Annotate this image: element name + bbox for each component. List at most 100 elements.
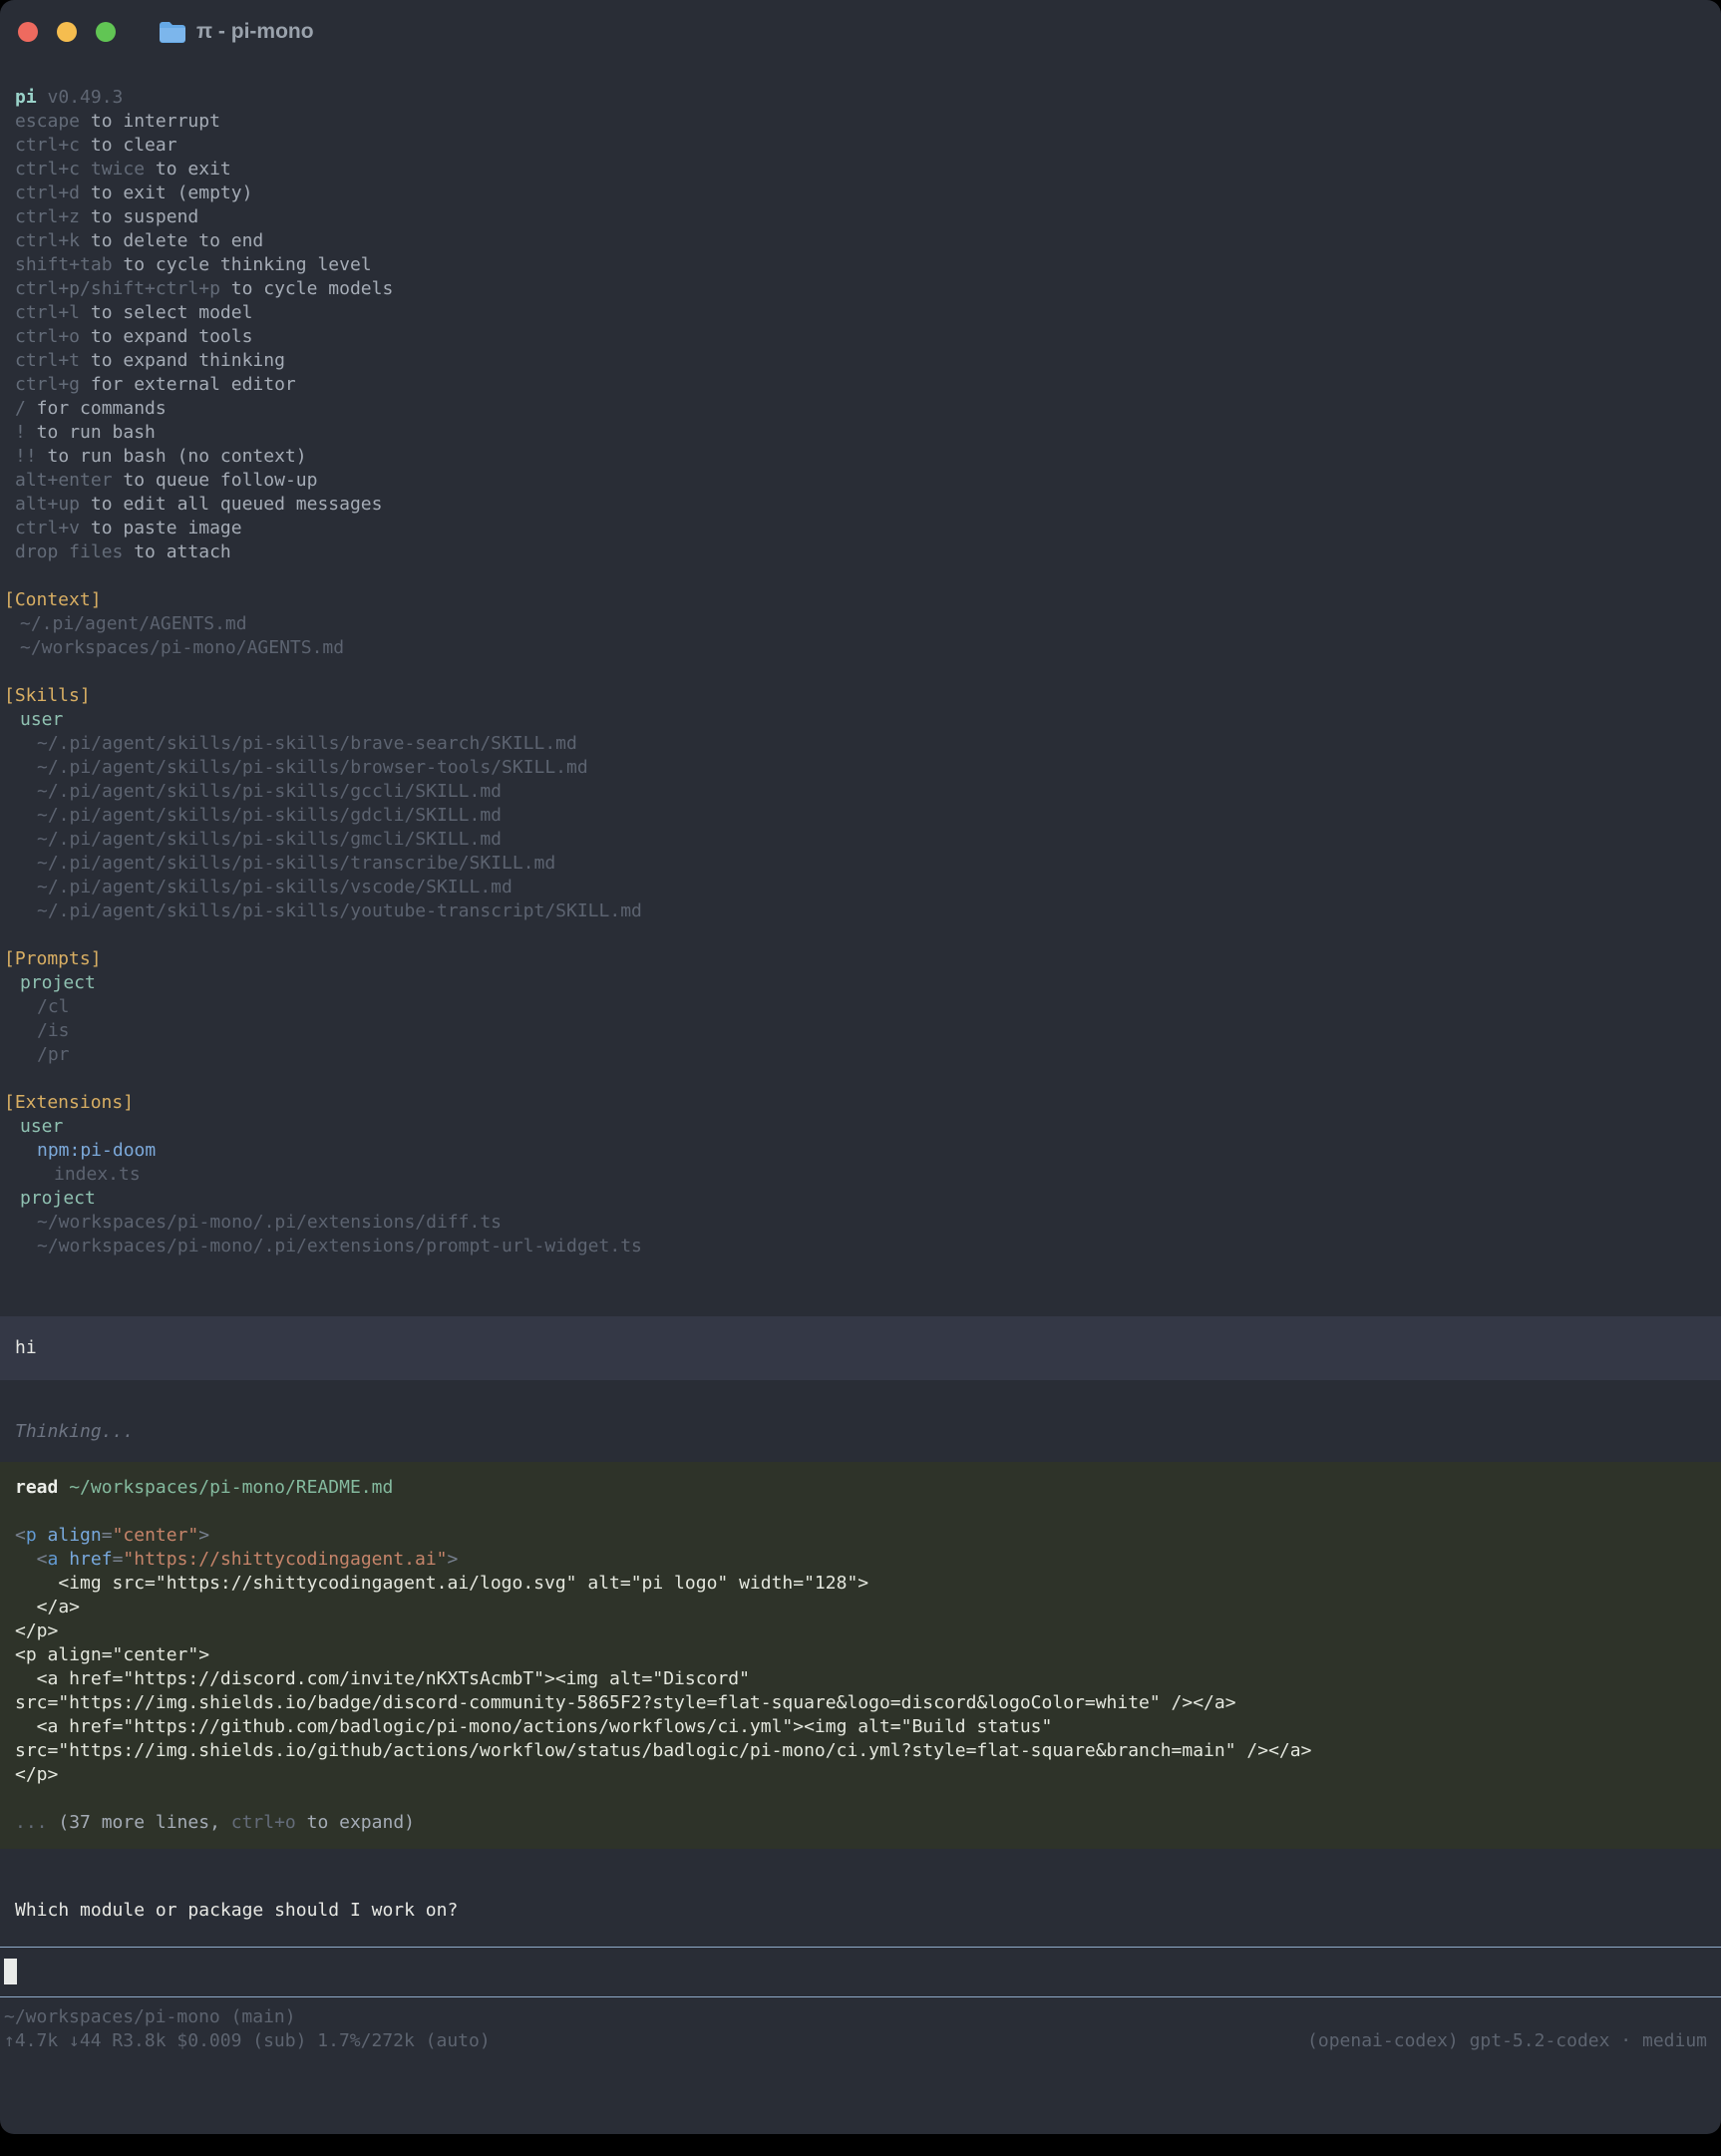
section-row: /pr [0,1043,1721,1067]
code-segment [37,1525,48,1546]
section-row: project [0,1187,1721,1211]
blank-line [15,1500,1706,1524]
user-message-text: hi [15,1337,37,1358]
section-row: ~/workspaces/pi-mono/.pi/extensions/prom… [0,1235,1721,1258]
help-key: ctrl+o [15,326,80,347]
tool-header-line: read ~/workspaces/pi-mono/README.md [15,1476,1706,1500]
help-key: !! [15,446,37,467]
help-key: alt+enter [15,470,113,491]
code-line: <a href="https://discord.com/invite/nKXT… [15,1667,1706,1691]
blank-line [15,1787,1706,1811]
folder-icon [159,21,186,43]
help-action: to exit [145,159,231,180]
section-row: ~/.pi/agent/skills/pi-skills/vscode/SKIL… [0,876,1721,899]
tool-output-code: <p align="center"> <a href="https://shit… [15,1524,1706,1787]
code-line: </p> [15,1619,1706,1643]
help-key: ctrl+z [15,206,80,227]
truncation-segment: to expand) [296,1812,415,1833]
help-key: ctrl+c twice [15,159,145,180]
section: [Context]~/.pi/agent/AGENTS.md~/workspac… [0,588,1721,660]
section-row: ~/.pi/agent/skills/pi-skills/gdcli/SKILL… [0,804,1721,828]
help-action: to suspend [80,206,198,227]
help-action: to clear [80,135,177,156]
help-line: ctrl+c twice to exit [0,158,1721,181]
truncation-segment: ... [15,1812,48,1833]
help-action: to queue follow-up [113,470,318,491]
assistant-message: Which module or package should I work on… [0,1899,1721,1923]
code-line: src="https://img.shields.io/badge/discor… [15,1691,1706,1715]
app-version: v0.49.3 [48,87,124,108]
help-line: ctrl+p/shift+ctrl+p to cycle models [0,277,1721,301]
code-segment: <p align="center"> [15,1644,209,1665]
help-line: ctrl+c to clear [0,134,1721,158]
code-segment: > [198,1525,209,1546]
code-segment [58,1549,69,1570]
code-segment: < [15,1525,26,1546]
section-row: ~/.pi/agent/AGENTS.md [0,612,1721,636]
help-action: to run bash (no context) [37,446,307,467]
code-segment: src="https://img.shields.io/badge/discor… [15,1692,1236,1713]
code-segment: "https://shittycodingagent.ai" [123,1549,447,1570]
window-title: π - pi-mono [196,20,314,44]
code-segment: p [26,1525,37,1546]
token-stats: ↑4.7k ↓44 R3.8k $0.009 (sub) 1.7%/272k (… [4,2029,491,2053]
truncation-segment: (37 more lines, [48,1812,231,1833]
status-bar: ~/workspaces/pi-mono (main) ↑4.7k ↓44 R3… [0,2005,1721,2053]
section-row: project [0,971,1721,995]
help-line: alt+enter to queue follow-up [0,469,1721,493]
help-key: drop files [15,541,123,562]
code-segment: align [48,1525,102,1546]
section-title: [Context] [0,588,1721,612]
help-line: escape to interrupt [0,110,1721,134]
code-line: </a> [15,1596,1706,1619]
model-indicator: (openai-codex) gpt-5.2-codex · medium [1307,2029,1707,2053]
section-row: ~/.pi/agent/skills/pi-skills/gccli/SKILL… [0,780,1721,804]
help-key: ctrl+g [15,374,80,395]
status-row-stats: ↑4.7k ↓44 R3.8k $0.009 (sub) 1.7%/272k (… [0,2029,1721,2053]
help-key: ctrl+p/shift+ctrl+p [15,278,220,299]
code-segment: </p> [15,1620,58,1641]
help-action: for commands [26,398,167,419]
help-line: ctrl+l to select model [0,301,1721,325]
help-key: alt+up [15,494,80,515]
cwd-status: ~/workspaces/pi-mono (main) [4,2006,296,2027]
section-row: ~/.pi/agent/skills/pi-skills/brave-searc… [0,732,1721,756]
section-title: [Extensions] [0,1091,1721,1115]
help-action: to cycle models [220,278,393,299]
help-line: ! to run bash [0,421,1721,445]
close-button[interactable] [18,22,38,42]
help-action: to exit (empty) [80,182,252,203]
help-key: ! [15,422,26,443]
section-row: ~/.pi/agent/skills/pi-skills/transcribe/… [0,852,1721,876]
code-line: <a href="https://github.com/badlogic/pi-… [15,1715,1706,1739]
help-line: !! to run bash (no context) [0,445,1721,469]
maximize-button[interactable] [96,22,116,42]
code-segment: a [48,1549,59,1570]
prompt-input[interactable] [0,1947,1721,1997]
code-line: <p align="center"> [15,1524,1706,1548]
code-line: src="https://img.shields.io/github/actio… [15,1739,1706,1763]
section: [Prompts]project/cl/is/pr [0,947,1721,1067]
section-row: /cl [0,995,1721,1019]
code-segment: <a href="https://discord.com/invite/nKXT… [15,1668,750,1689]
terminal-scrollback: pi v0.49.3 escape to interruptctrl+c to … [0,64,1721,1923]
section-title: [Prompts] [0,947,1721,971]
section-title: [Skills] [0,684,1721,708]
code-segment: <a href="https://github.com/badlogic/pi-… [15,1716,1052,1737]
code-segment: </p> [15,1764,58,1785]
help-line: / for commands [0,397,1721,421]
truncation-line: ... (37 more lines, ctrl+o to expand) [15,1811,1706,1835]
code-segment: < [15,1549,48,1570]
code-line: <a href="https://shittycodingagent.ai"> [15,1548,1706,1572]
help-lines: escape to interruptctrl+c to clearctrl+c… [0,110,1721,564]
help-action: to cycle thinking level [113,254,372,275]
code-segment: href [69,1549,112,1570]
help-key: ctrl+l [15,302,80,323]
minimize-button[interactable] [57,22,77,42]
code-segment: = [102,1525,113,1546]
section: [Extensions]usernpm:pi-doomindex.tsproje… [0,1091,1721,1258]
help-key: ctrl+d [15,182,80,203]
help-action: to expand tools [80,326,252,347]
code-segment: = [113,1549,124,1570]
help-action: to paste image [80,518,242,539]
